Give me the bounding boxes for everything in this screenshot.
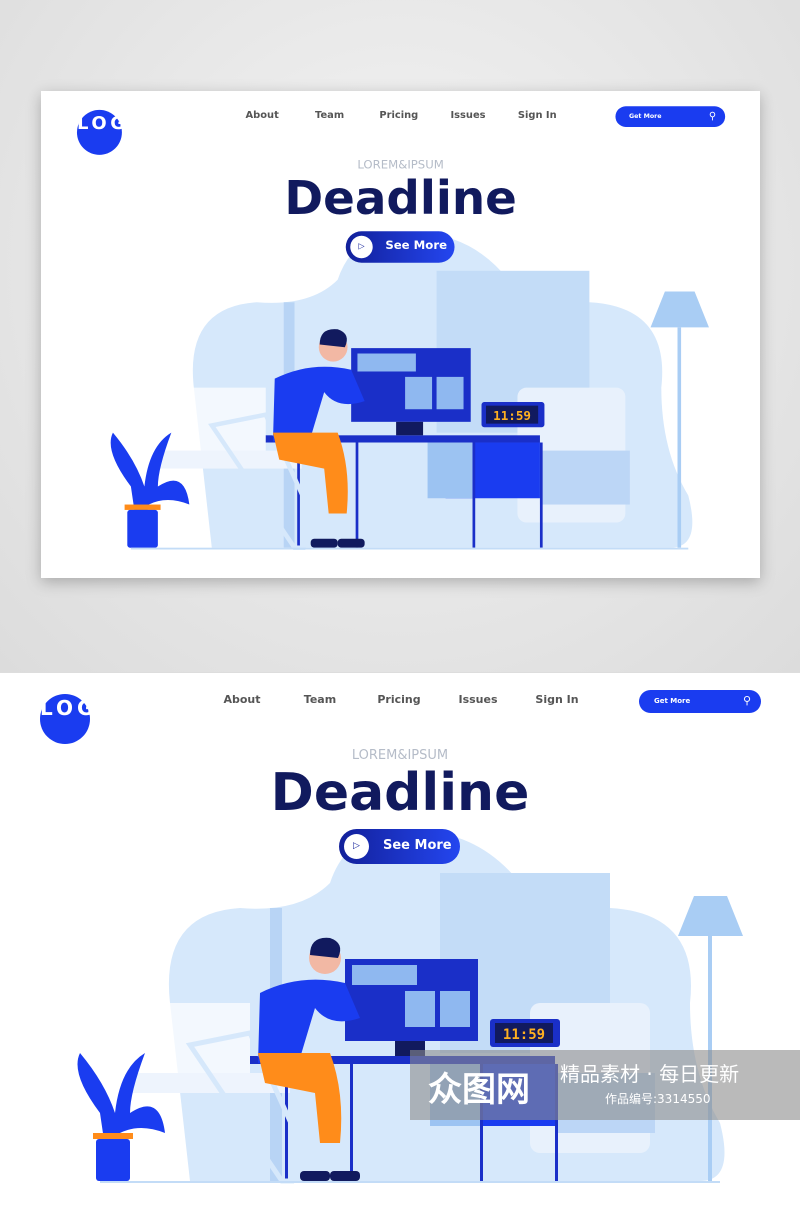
watermark-brand: 众图网 xyxy=(428,1070,530,1110)
watermark-id: 作品编号:3314550 xyxy=(605,1092,711,1106)
watermark: 众图网 精品素材 · 每日更新 作品编号:3314550 xyxy=(410,1050,800,1120)
landing-page-mockup: LOGO About Team Pricing Issues Sign In G… xyxy=(41,91,760,578)
see-more-button[interactable]: ▷ See More xyxy=(339,829,460,864)
see-more-button[interactable]: ▷ See More xyxy=(345,231,455,263)
deadline-illustration: 11:59 xyxy=(41,91,760,577)
clock-time: 11:59 xyxy=(503,1027,545,1043)
clock-time: 11:59 xyxy=(493,408,531,423)
play-icon: ▷ xyxy=(344,834,369,859)
see-more-label: See More xyxy=(383,838,452,853)
watermark-tagline: 精品素材 · 每日更新 xyxy=(560,1062,740,1086)
mockup-background: LOGO About Team Pricing Issues Sign In G… xyxy=(0,0,800,672)
deadline-illustration: 11:59 xyxy=(0,673,800,1205)
see-more-label: See More xyxy=(385,239,448,253)
play-icon: ▷ xyxy=(350,235,373,259)
landing-page: LOGO About Team Pricing Issues Sign In G… xyxy=(0,672,800,1205)
